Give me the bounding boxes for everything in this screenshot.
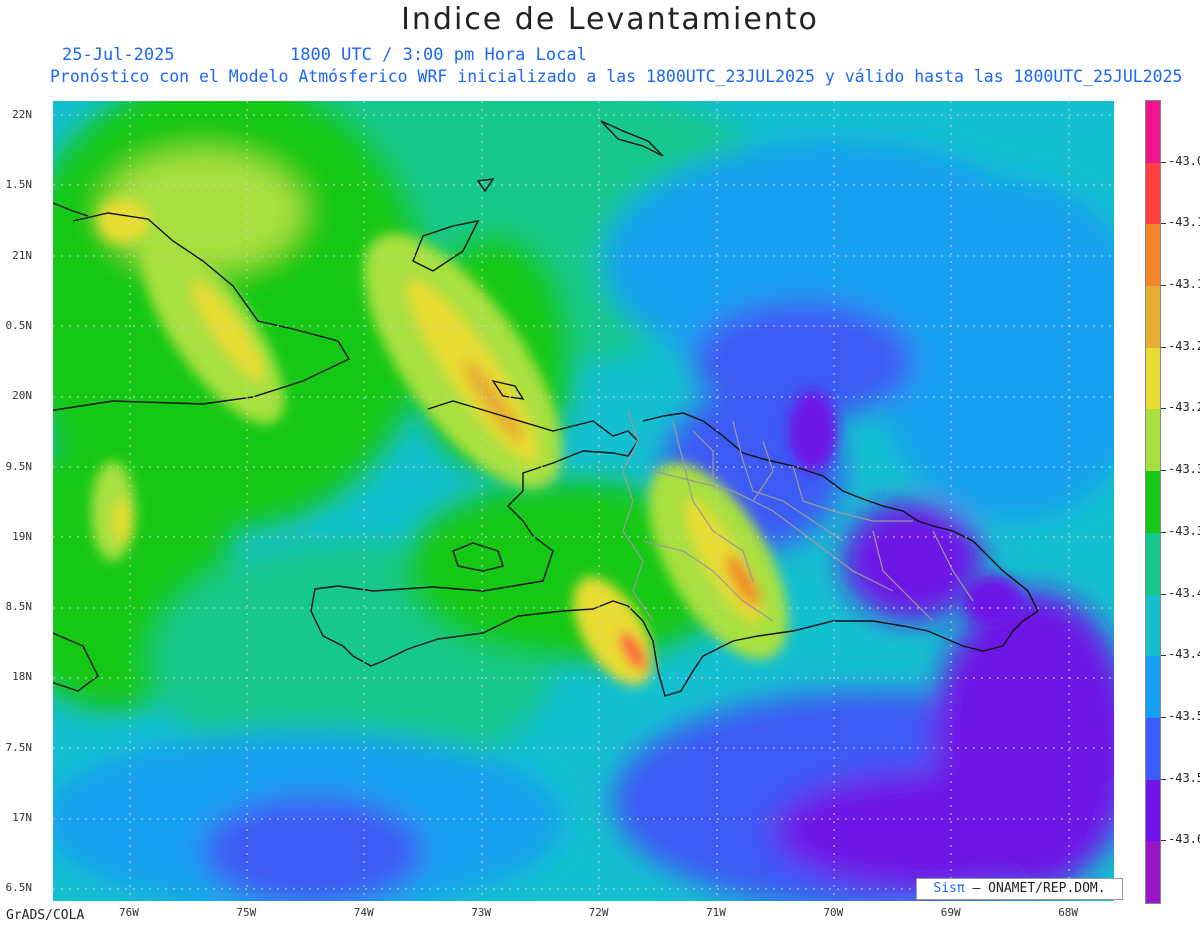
colorbar-tick (1161, 285, 1166, 287)
forecast-time: 1800 UTC / 3:00 pm Hora Local (290, 45, 587, 65)
latitude-label: 0.5N (5, 318, 33, 332)
colorbar-tick (1161, 778, 1166, 780)
longitude-label: 70W (823, 906, 844, 919)
latitude-label: 22N (12, 108, 32, 121)
latitude-label: 1.5N (5, 178, 33, 192)
colorbar-segment (1146, 841, 1160, 904)
longitude-label: 73W (471, 906, 492, 919)
credit-text: – ONAMET/REP.DOM. (972, 881, 1106, 896)
latitude-label: 6.5N (5, 881, 33, 895)
colorbar-segment (1146, 779, 1160, 842)
latitude-label: 17N (12, 811, 32, 824)
colorbar-segment (1146, 224, 1160, 287)
colorbar-label: -43.2 (1168, 338, 1200, 353)
longitude-label: 71W (706, 906, 726, 919)
grads-footer: GrADS/COLA (6, 908, 85, 923)
latitude-label: 8.5N (5, 600, 33, 614)
colorbar-tick (1161, 716, 1166, 718)
colorbar-tick (1161, 223, 1166, 225)
colorbar-label: -43.0 (1168, 153, 1200, 168)
colorbar-label: -43.1 (1168, 215, 1200, 230)
colorbar-tick (1161, 408, 1166, 410)
colorbar-tick (1161, 593, 1166, 595)
colorbar-tick (1161, 470, 1166, 472)
colorbar (1145, 100, 1161, 904)
colorbar-tick (1161, 161, 1166, 163)
forecast-description: Pronóstico con el Modelo Atmósferico WRF… (50, 67, 1183, 86)
colorbar-label: -43.2 (1168, 400, 1200, 415)
colorbar-label: -43.3 (1168, 462, 1200, 477)
longitude-label: 76W (119, 906, 139, 919)
colorbar-label: -43.6 (1168, 832, 1200, 847)
colorbar-segment (1146, 717, 1160, 781)
longitude-label: 74W (353, 906, 374, 919)
colorbar-tick (1161, 840, 1166, 842)
latitude-label: 19N (12, 529, 32, 543)
colorbar-segment (1146, 101, 1160, 164)
credit-box: Sisπ – ONAMET/REP.DOM. (916, 878, 1123, 900)
map-title: Indice de Levantamiento (401, 2, 819, 37)
colorbar-label: -43.4 (1168, 647, 1200, 662)
colorbar-tick (1161, 655, 1166, 657)
colorbar-label: -43.1 (1168, 277, 1200, 292)
colorbar-label: -43.5 (1168, 770, 1200, 785)
colorbar-segment (1146, 162, 1160, 225)
sisp-logo: Sisπ (933, 881, 965, 896)
colorbar-segment (1146, 471, 1160, 534)
longitude-label: 68W (1058, 906, 1079, 919)
latitude-label: 7.5N (5, 740, 33, 754)
colorbar-segment (1146, 532, 1160, 596)
colorbar-segment (1146, 286, 1160, 349)
colorbar-tick (1161, 346, 1166, 348)
colorbar-segment (1146, 656, 1160, 719)
longitude-label: 75W (236, 906, 257, 919)
latitude-label: 21N (12, 248, 32, 262)
longitude-label: 69W (940, 906, 961, 919)
latitude-label: 9.5N (5, 459, 33, 473)
forecast-date: 25-Jul-2025 (62, 45, 175, 65)
longitude-label: 72W (588, 906, 609, 919)
colorbar-segment (1146, 409, 1160, 472)
latitude-label: 18N (12, 670, 32, 684)
colorbar-label: -43.3 (1168, 523, 1200, 538)
lifted-index-map (53, 101, 1114, 901)
colorbar-label: -43.5 (1168, 708, 1200, 723)
colorbar-tick (1161, 531, 1166, 533)
colorbar-label: -43.4 (1168, 585, 1200, 600)
colorbar-segment (1146, 594, 1160, 657)
colorbar-segment (1146, 347, 1160, 410)
latitude-label: 20N (12, 389, 32, 403)
